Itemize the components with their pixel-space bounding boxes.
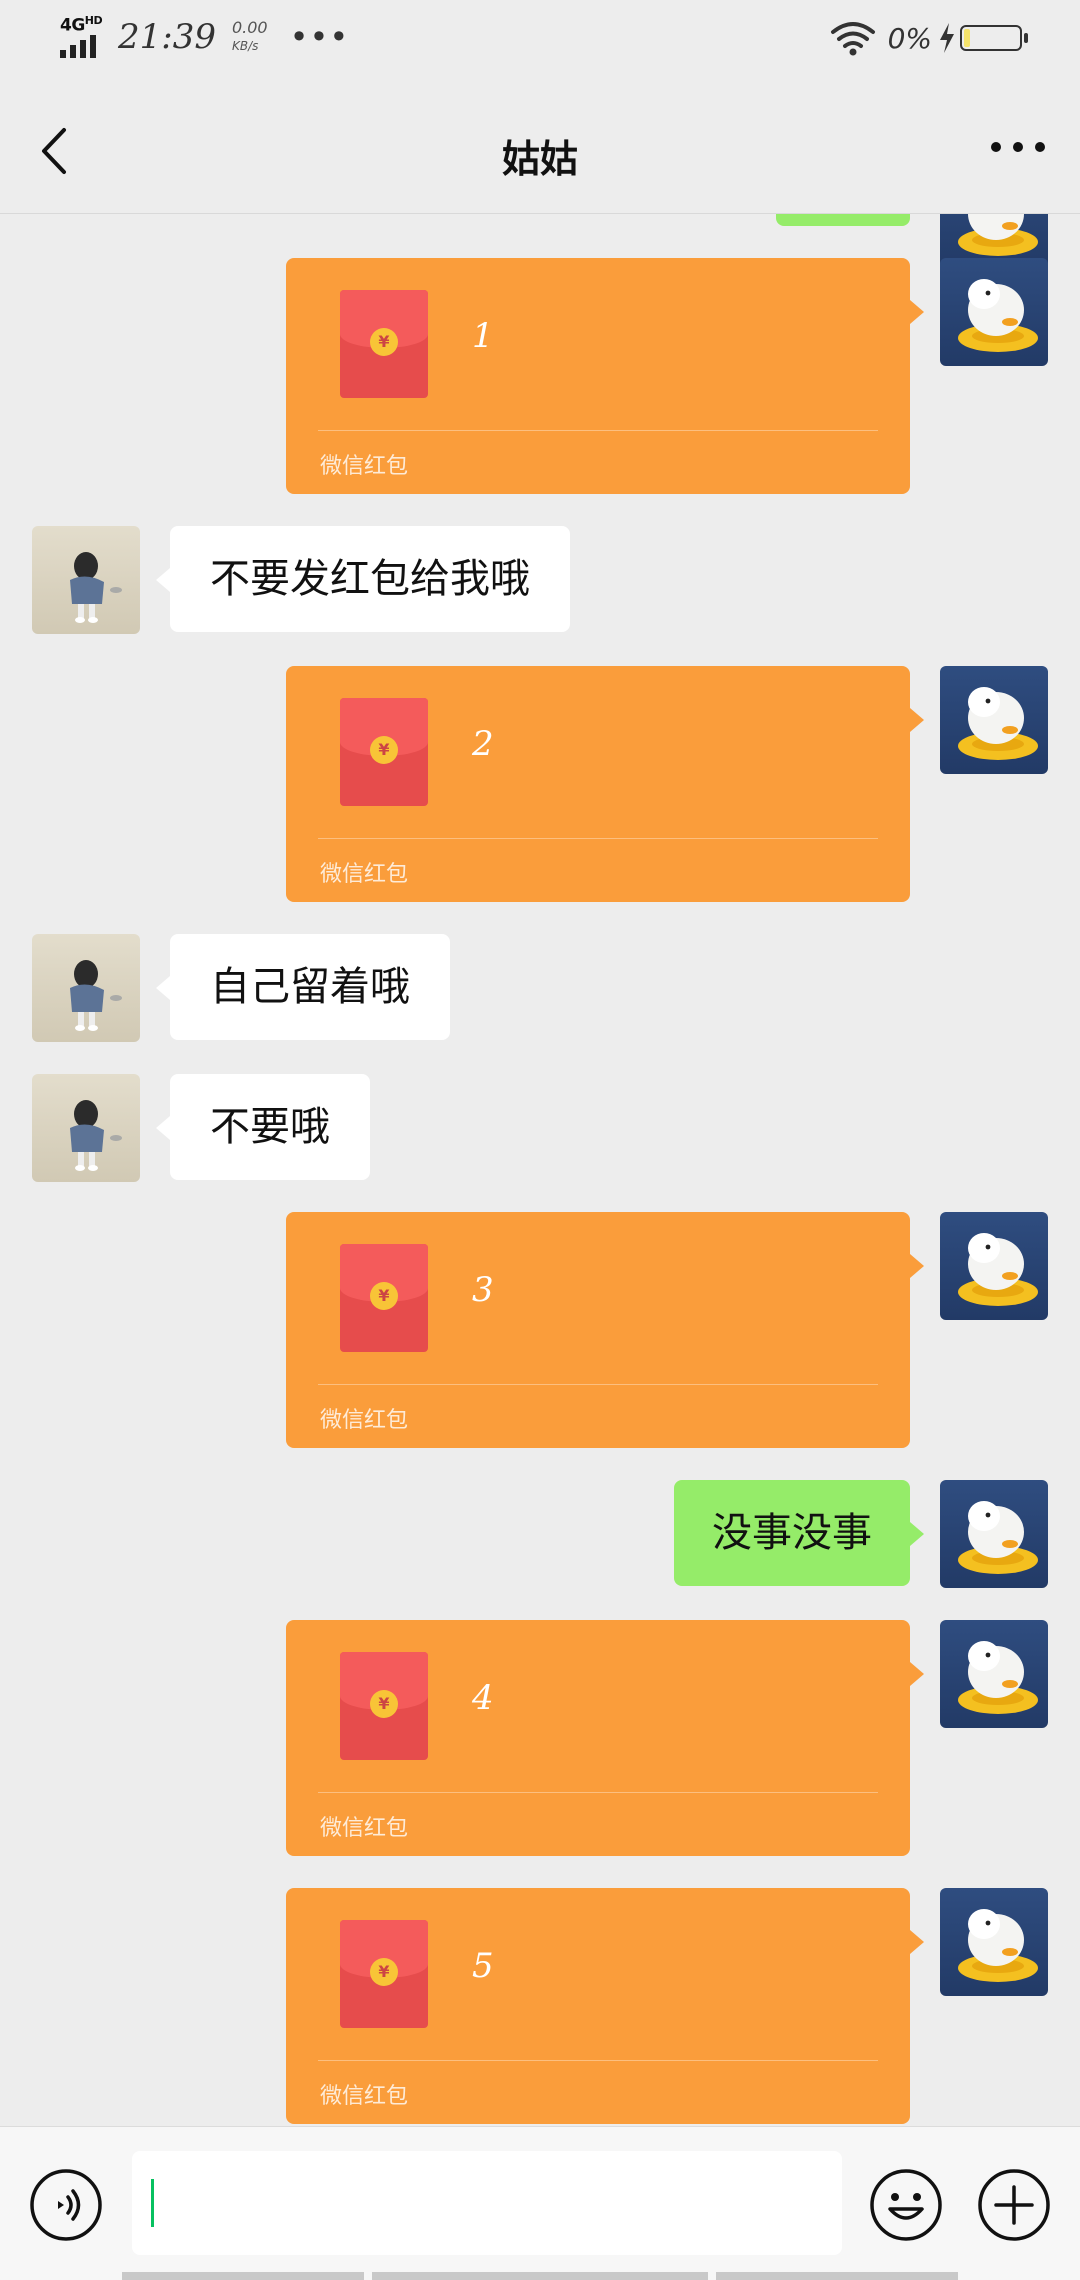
red-packet-label: 微信红包 [320, 454, 409, 479]
red-packet-message[interactable]: ¥ 2 微信红包 [286, 666, 924, 902]
red-packet-text: 5 [472, 1946, 494, 1986]
speed-unit: KB/s [231, 39, 259, 53]
red-packet-message[interactable]: ¥ 3 微信红包 [286, 1212, 924, 1448]
red-packet-message[interactable]: ¥ 5 微信红包 [286, 1888, 924, 2124]
red-packet-text: 1 [472, 316, 494, 356]
speed-value: 0.00 [231, 18, 268, 37]
navigation-bar [0, 2266, 1080, 2280]
chat-title: 姑姑 [501, 137, 578, 181]
emoji-icon[interactable] [868, 2167, 944, 2243]
red-envelope-icon: ¥ [340, 698, 428, 806]
battery-icon [960, 25, 1028, 51]
my-avatar[interactable] [940, 258, 1048, 366]
contact-avatar[interactable] [32, 1074, 140, 1182]
my-avatar[interactable] [940, 1212, 1048, 1320]
nav-segment[interactable] [716, 2272, 958, 2280]
nav-segment[interactable] [122, 2272, 364, 2280]
nav-segment[interactable] [372, 2272, 708, 2280]
red-packet-message[interactable]: ¥ 4 微信红包 [286, 1620, 924, 1856]
outgoing-message[interactable]: 没事没事 [674, 1480, 924, 1586]
my-avatar[interactable] [940, 1888, 1048, 1996]
text-caret [151, 2179, 154, 2227]
red-envelope-icon: ¥ [340, 1920, 428, 2028]
incoming-message[interactable]: 不要哦 [156, 1074, 370, 1180]
network-speed: 0.00 KB/s [232, 19, 268, 55]
my-avatar[interactable] [940, 1620, 1048, 1728]
status-bar: 4GHD 21:39 0.00 KB/s ••• 0% [0, 0, 1080, 80]
red-packet-label: 微信红包 [320, 1408, 409, 1433]
network-type: 4G [60, 15, 85, 36]
red-packet-label: 微信红包 [320, 862, 409, 887]
notification-more-icon: ••• [289, 18, 350, 56]
input-bar [0, 2126, 1080, 2280]
incoming-message[interactable]: 自己留着哦 [156, 934, 450, 1040]
previous-message-bubble[interactable] [776, 214, 910, 226]
red-packet-message[interactable]: ¥ 1 微信红包 [286, 258, 924, 494]
chat-header: 姑姑 [0, 80, 1080, 214]
red-envelope-icon: ¥ [340, 1652, 428, 1760]
red-packet-text: 2 [472, 724, 494, 764]
contact-avatar[interactable] [32, 526, 140, 634]
contact-avatar[interactable] [32, 934, 140, 1042]
battery-percent: 0% [887, 21, 932, 55]
incoming-message[interactable]: 不要发红包给我哦 [156, 526, 570, 632]
red-packet-label: 微信红包 [320, 2084, 409, 2109]
more-dots-icon[interactable] [986, 132, 1050, 162]
red-envelope-icon: ¥ [340, 1244, 428, 1352]
charging-icon [940, 23, 954, 53]
red-packet-text: 4 [472, 1678, 494, 1718]
my-avatar[interactable] [940, 1480, 1048, 1588]
network-hd: HD [84, 14, 103, 27]
signal-icon: 4GHD [58, 14, 104, 60]
clock: 21:39 [118, 17, 216, 57]
wifi-icon [830, 22, 875, 56]
red-packet-label: 微信红包 [320, 1816, 409, 1841]
message-list[interactable]: ¥ 1 微信红包 不要发红包给我哦 ¥ 2 微信红包 自己留着哦 不要哦 ¥ 3… [0, 214, 1080, 2126]
red-packet-text: 3 [472, 1270, 494, 1310]
voice-icon[interactable] [28, 2167, 104, 2243]
plus-icon[interactable] [976, 2167, 1052, 2243]
red-envelope-icon: ¥ [340, 290, 428, 398]
message-input[interactable] [132, 2151, 842, 2255]
my-avatar[interactable] [940, 666, 1048, 774]
